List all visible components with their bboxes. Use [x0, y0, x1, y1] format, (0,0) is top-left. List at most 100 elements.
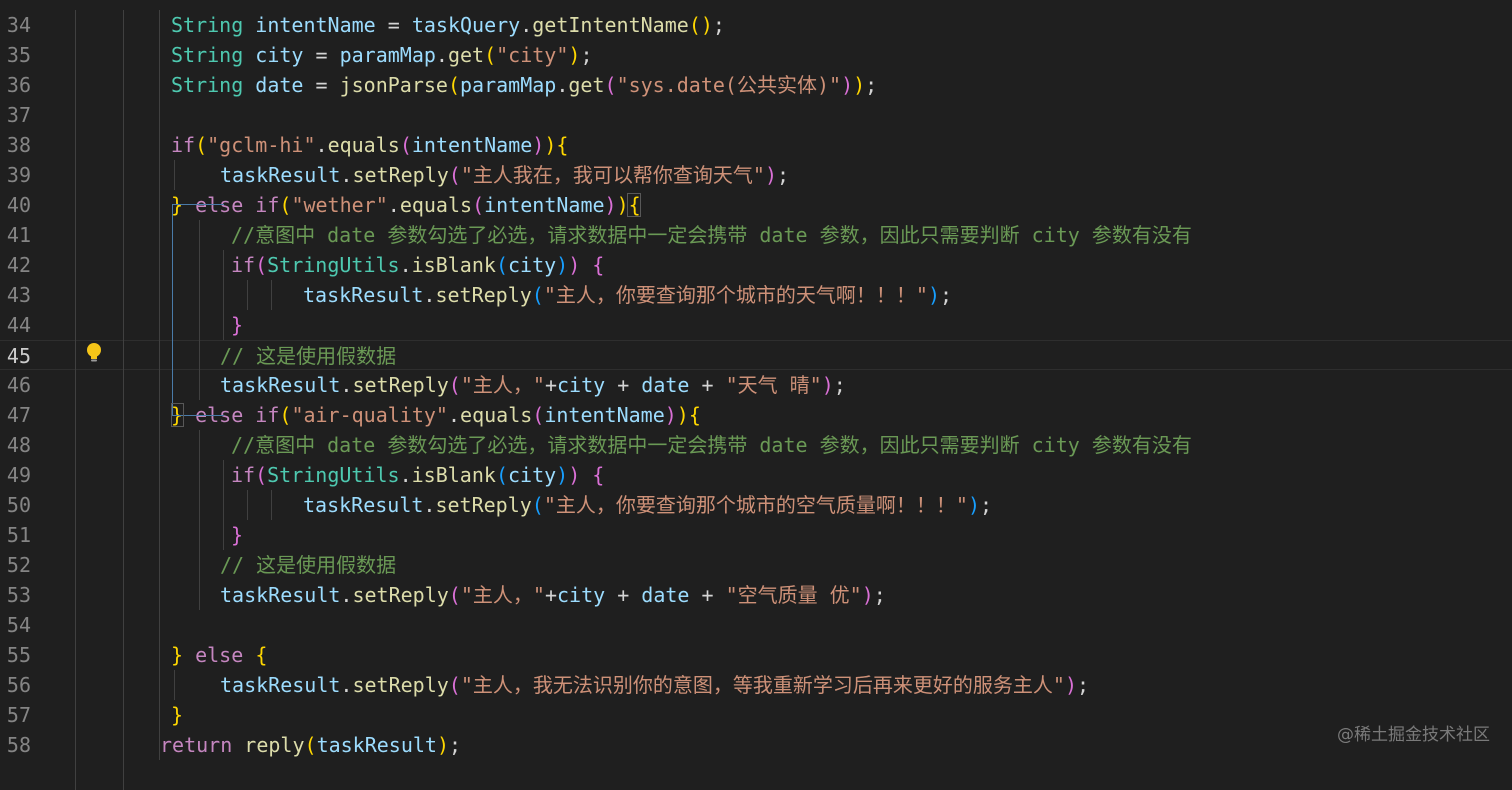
bracket-token: { — [255, 643, 268, 667]
bracket-token: ( — [484, 43, 497, 67]
line-number: 57 — [6, 703, 31, 727]
lightbulb-icon[interactable] — [85, 342, 103, 364]
bracket-token: ( — [195, 133, 208, 157]
code-line[interactable]: 36 String date = jsonParse(paramMap.get("… — [0, 70, 1512, 100]
code-line[interactable]: 40} else if("wether".equals(intentName))… — [0, 190, 1512, 220]
punctuation-token: . — [340, 373, 353, 397]
variable-token: city — [255, 43, 304, 67]
code-line[interactable]: 47} else if("air-quality".equals(intentN… — [0, 400, 1512, 430]
code-line[interactable]: 49 if(StringUtils.isBlank(city)) { — [0, 460, 1512, 490]
punctuation-token — [243, 643, 255, 667]
code-line[interactable]: 37 — [0, 100, 1512, 130]
line-number: 51 — [6, 523, 31, 547]
function-token: isBlank — [411, 253, 496, 277]
line-code: } else if("wether".equals(intentName)){ — [171, 190, 641, 220]
code-line[interactable]: 52 // 这是使用假数据 — [0, 550, 1512, 580]
string-token: "主人，你要查询那个城市的空气质量啊！！！" — [543, 493, 968, 517]
string-token: "wether" — [291, 193, 388, 217]
string-token: "主人，" — [460, 373, 545, 397]
code-line[interactable]: 35 String city = paramMap.get("city"); — [0, 40, 1512, 70]
line-number: 35 — [6, 43, 31, 67]
code-line[interactable]: 53 taskResult.setReply("主人，"+city + date … — [0, 580, 1512, 610]
code-line[interactable]: 41 //意图中 date 参数勾选了必选，请求数据中一定会携带 date 参数，… — [0, 220, 1512, 250]
line-number: 41 — [6, 223, 31, 247]
line-code: taskResult.setReply("主人，你要查询那个城市的空气质量啊！！… — [303, 490, 992, 520]
bracket-token: ( — [399, 133, 412, 157]
type-token: StringUtils — [267, 253, 400, 277]
line-number: 44 — [6, 313, 31, 337]
bracket-scope-highlight — [172, 204, 224, 416]
string-token: "主人我在，我可以帮你查询天气" — [460, 163, 765, 187]
code-line[interactable]: 39 taskResult.setReply("主人我在，我可以帮你查询天气"); — [0, 160, 1512, 190]
indent-guide — [159, 10, 160, 760]
punctuation-token: . — [340, 583, 353, 607]
code-line[interactable]: 55 } else { — [0, 640, 1512, 670]
line-code: if(StringUtils.isBlank(city)) { — [231, 250, 604, 280]
bracket-token: } — [171, 643, 184, 667]
code-line[interactable]: 51} — [0, 520, 1512, 550]
punctuation-token — [243, 73, 255, 97]
variable-token: taskResult — [316, 733, 437, 757]
function-token: getIntentName — [532, 13, 689, 37]
punctuation-token — [183, 643, 195, 667]
variable-token: intentName — [544, 403, 665, 427]
line-number: 38 — [6, 133, 31, 157]
comment-token: //意图中 date 参数勾选了必选，请求数据中一定会携带 date 参数，因此… — [231, 433, 1192, 457]
string-token: "天气 晴" — [725, 373, 822, 397]
line-code: taskResult.setReply("主人，你要查询那个城市的天气啊！！！"… — [303, 280, 952, 310]
line-number: 54 — [6, 613, 31, 637]
bracket-token: { — [592, 463, 605, 487]
line-number: 34 — [6, 13, 31, 37]
code-line[interactable]: 57} — [0, 700, 1512, 730]
bracket-token: ( — [604, 73, 617, 97]
bracket-token: ( — [472, 193, 485, 217]
bracket-token: ( — [531, 283, 544, 307]
code-line[interactable]: 50 taskResult.setReply("主人，你要查询那个城市的空气质量啊… — [0, 490, 1512, 520]
line-number: 55 — [6, 643, 31, 667]
bracket-token: () — [688, 13, 713, 37]
bracket-token: ( — [532, 403, 545, 427]
line-number: 47 — [6, 403, 31, 427]
code-line[interactable]: 45 // 这是使用假数据 — [0, 340, 1512, 370]
code-line[interactable]: 42 if(StringUtils.isBlank(city)) { — [0, 250, 1512, 280]
bracket-token: ) — [676, 403, 689, 427]
keyword-token: return — [160, 733, 233, 757]
code-line[interactable]: 38 if("gclm-hi".equals(intentName)){ — [0, 130, 1512, 160]
type-token: String — [171, 43, 244, 67]
indent-guide — [199, 430, 200, 610]
punctuation-token: ; — [449, 733, 462, 757]
line-code: String date = jsonParse(paramMap.get("sy… — [171, 70, 877, 100]
punctuation-token: ; — [776, 163, 790, 187]
code-line[interactable]: 43 taskResult.setReply("主人，你要查询那个城市的天气啊！！… — [0, 280, 1512, 310]
string-token: "air-quality" — [291, 403, 448, 427]
code-line[interactable]: 48 //意图中 date 参数勾选了必选，请求数据中一定会携带 date 参数，… — [0, 430, 1512, 460]
function-token: get — [447, 43, 485, 67]
function-token: reply — [244, 733, 305, 757]
code-line[interactable]: 56 taskResult.setReply("主人，我无法识别你的意图，等我重新… — [0, 670, 1512, 700]
code-line[interactable]: 46 taskResult.setReply("主人，"+city + date … — [0, 370, 1512, 400]
bracket-token: { — [688, 403, 701, 427]
code-line[interactable]: 34 String intentName = taskQuery.getInten… — [0, 10, 1512, 40]
punctuation-token: = — [375, 13, 412, 37]
bracket-token: ( — [448, 163, 461, 187]
indent-guide — [271, 490, 272, 520]
bracket-token: ) — [1064, 673, 1077, 697]
comment-token: // 这是使用假数据 — [220, 553, 397, 577]
string-token: "主人，" — [460, 583, 545, 607]
variable-token: intentName — [255, 13, 376, 37]
bracket-token: ( — [495, 463, 508, 487]
code-editor[interactable]: 34 String intentName = taskQuery.getInten… — [0, 0, 1512, 790]
line-number: 39 — [6, 163, 31, 187]
keyword-token: if — [231, 463, 256, 487]
matching-bracket-box — [627, 193, 641, 217]
line-code: } else { — [171, 640, 267, 670]
bracket-token: ) — [861, 583, 874, 607]
code-line[interactable]: 58 return reply(taskResult); — [0, 730, 1512, 760]
line-code: taskResult.setReply("主人我在，我可以帮你查询天气"); — [220, 160, 789, 190]
punctuation-token: + — [605, 583, 642, 607]
code-line[interactable]: 44} — [0, 310, 1512, 340]
code-line[interactable]: 54 — [0, 610, 1512, 640]
bracket-token: { — [592, 253, 605, 277]
variable-token: taskResult — [303, 283, 424, 307]
bracket-token: ( — [447, 73, 461, 97]
